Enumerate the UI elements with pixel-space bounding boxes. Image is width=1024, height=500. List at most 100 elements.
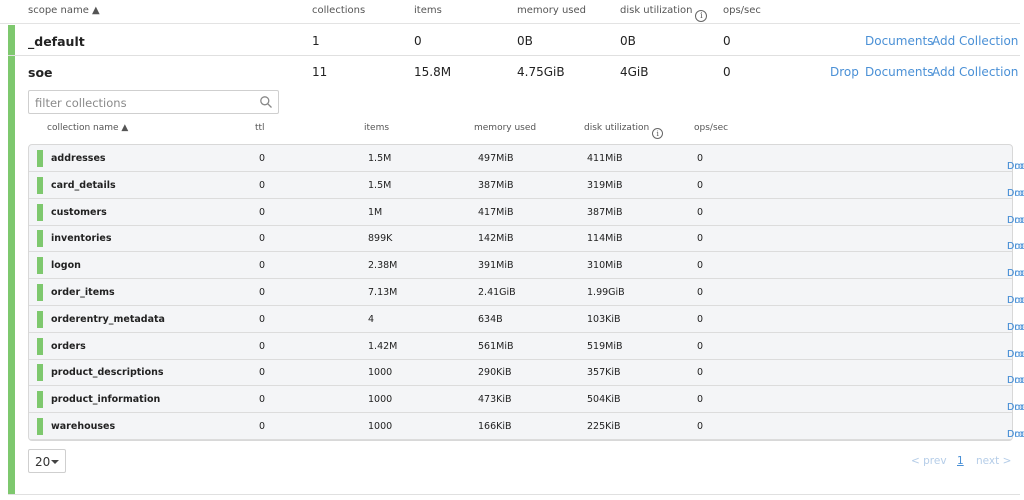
scope-memory: 0B (517, 34, 533, 48)
collection-status-bar (37, 203, 43, 221)
header-disk-utilization: disk utilization i (620, 5, 708, 22)
collection-ttl: 0 (259, 421, 266, 432)
documents-link[interactable]: Documents (1007, 322, 1024, 333)
page-number-link[interactable]: 1 (957, 455, 964, 467)
search-icon[interactable] (259, 95, 273, 109)
scope-ops: 0 (723, 65, 731, 79)
next-page-link[interactable]: next > (976, 455, 1011, 467)
collections-table-header: collection name ▲ ttl items memory used … (28, 118, 1013, 140)
collection-row-customers: customers01M417MiB387MiB0DropDocuments (29, 199, 1024, 226)
collection-ops: 0 (697, 206, 704, 218)
collection-disk: 387MiB (587, 206, 623, 218)
collection-status-bar (37, 284, 43, 301)
divider (8, 494, 1020, 495)
collection-status-bar (37, 364, 43, 382)
filter-collections-input[interactable] (35, 94, 255, 111)
collection-memory: 142MiB (478, 233, 514, 245)
documents-link[interactable]: Documents (1007, 429, 1024, 440)
collection-memory: 561MiB (478, 340, 514, 352)
collection-row-warehouses: warehouses01000166KiB225KiB0DropDocument… (29, 413, 1024, 440)
collection-ops: 0 (697, 287, 704, 298)
collection-status-bar (37, 310, 43, 328)
header-collection-name[interactable]: collection name ▲ (47, 123, 128, 133)
collection-row-product-descriptions: product_descriptions 0 1000 290KiB 357KiB 0 Dr… (29, 359, 1024, 387)
scope-status-bar (8, 25, 15, 55)
header-disk-utilization: disk utilization i (584, 123, 664, 139)
documents-link[interactable]: Documents (1007, 349, 1024, 360)
collection-name: warehouses (51, 421, 116, 432)
collection-items: 1.5M (368, 153, 392, 164)
collection-disk: 411MiB (587, 153, 623, 164)
collection-ttl: 0 (259, 233, 266, 245)
collection-name: orderentry_metadata (51, 313, 165, 325)
header-scope-name[interactable]: scope name ▲ (28, 5, 100, 16)
collection-status-bar (37, 257, 43, 275)
collection-ops: 0 (697, 233, 704, 245)
collection-disk: 310MiB (587, 260, 623, 272)
scope-memory: 4.75GiB (517, 65, 565, 79)
info-icon[interactable]: i (695, 10, 708, 22)
collection-status-bar (37, 337, 43, 355)
collection-disk: 504KiB (587, 394, 621, 406)
collection-name: product_information (51, 394, 161, 406)
page-size-value: 20 (35, 455, 51, 469)
collection-ops: 0 (697, 260, 704, 272)
add-collection-link[interactable]: Add Collection (932, 34, 1018, 48)
info-icon[interactable]: i (652, 128, 664, 139)
collection-disk: 319MiB (587, 179, 623, 191)
header-memory-used: memory used (517, 5, 587, 16)
collection-items: 1000 (368, 421, 393, 432)
collection-ttl: 0 (259, 340, 266, 352)
documents-link[interactable]: Documents (865, 65, 933, 79)
collection-items: 1000 (368, 367, 393, 379)
header-ops-sec: ops/sec (694, 123, 729, 133)
prev-page-link[interactable]: < prev (911, 455, 947, 467)
documents-link[interactable]: Documents (1007, 215, 1024, 226)
collection-row-order-items: order_items07.13M2.41GiB1.99GiB0DropDocu… (29, 279, 1024, 306)
collection-memory: 391MiB (478, 260, 514, 272)
chevron-down-icon (51, 460, 59, 464)
collection-memory: 634B (478, 313, 503, 325)
collection-ttl: 0 (259, 206, 266, 218)
add-collection-link[interactable]: Add Collection (932, 65, 1018, 79)
collection-row-orders: orders01.42M561MiB519MiB0DropDocuments (29, 333, 1024, 360)
scope-collections: 11 (312, 65, 328, 79)
collection-ops: 0 (697, 153, 704, 164)
collection-ops: 0 (697, 313, 704, 325)
collection-ttl: 0 (259, 153, 266, 164)
collections-table: addresses01.5M497MiB411MiB0DropDocuments… (28, 144, 1024, 441)
collection-name: orders (51, 340, 86, 352)
scope-name: soe (28, 65, 53, 80)
header-disk-utilization-label: disk utilization (584, 123, 650, 133)
documents-link[interactable]: Documents (865, 34, 933, 48)
collection-ttl: 0 (259, 260, 266, 272)
collection-ops: 0 (697, 340, 704, 352)
collection-memory: 473KiB (478, 394, 512, 406)
collection-ops: 0 (697, 421, 704, 432)
scope-disk: 4GiB (620, 65, 649, 79)
page-size-select[interactable]: 20 (28, 449, 66, 473)
collection-name: customers (51, 206, 107, 218)
collection-name: product_descriptions (51, 367, 164, 379)
scope-disk: 0B (620, 34, 636, 48)
documents-link[interactable]: Documents (1007, 375, 1024, 386)
drop-scope-link[interactable]: Drop (830, 65, 859, 79)
documents-link[interactable]: Documents (1007, 268, 1024, 279)
collection-memory: 2.41GiB (478, 287, 516, 298)
collection-name: order_items (51, 287, 115, 298)
header-items: items (414, 5, 442, 16)
documents-link[interactable]: Documents (1007, 241, 1024, 252)
collection-row-addresses: addresses01.5M497MiB411MiB0DropDocuments (29, 145, 1024, 172)
collection-disk: 114MiB (587, 233, 623, 245)
collection-row-product-information: product_information 0 1000 473KiB 504KiB 0 Dro… (29, 386, 1024, 414)
scope-status-bar (8, 56, 15, 494)
collection-status-bar (37, 418, 43, 435)
collection-disk: 103KiB (587, 313, 621, 325)
documents-link[interactable]: Documents (1007, 402, 1024, 413)
filter-collections-field[interactable] (28, 90, 279, 114)
collection-items: 1.5M (368, 179, 392, 191)
documents-link[interactable]: Documents (1007, 161, 1024, 172)
scope-row-soe: soe 11 15.8M 4.75GiB 4GiB 0 Drop Documen… (8, 56, 1020, 86)
documents-link[interactable]: Documents (1007, 295, 1024, 306)
documents-link[interactable]: Documents (1007, 188, 1024, 199)
